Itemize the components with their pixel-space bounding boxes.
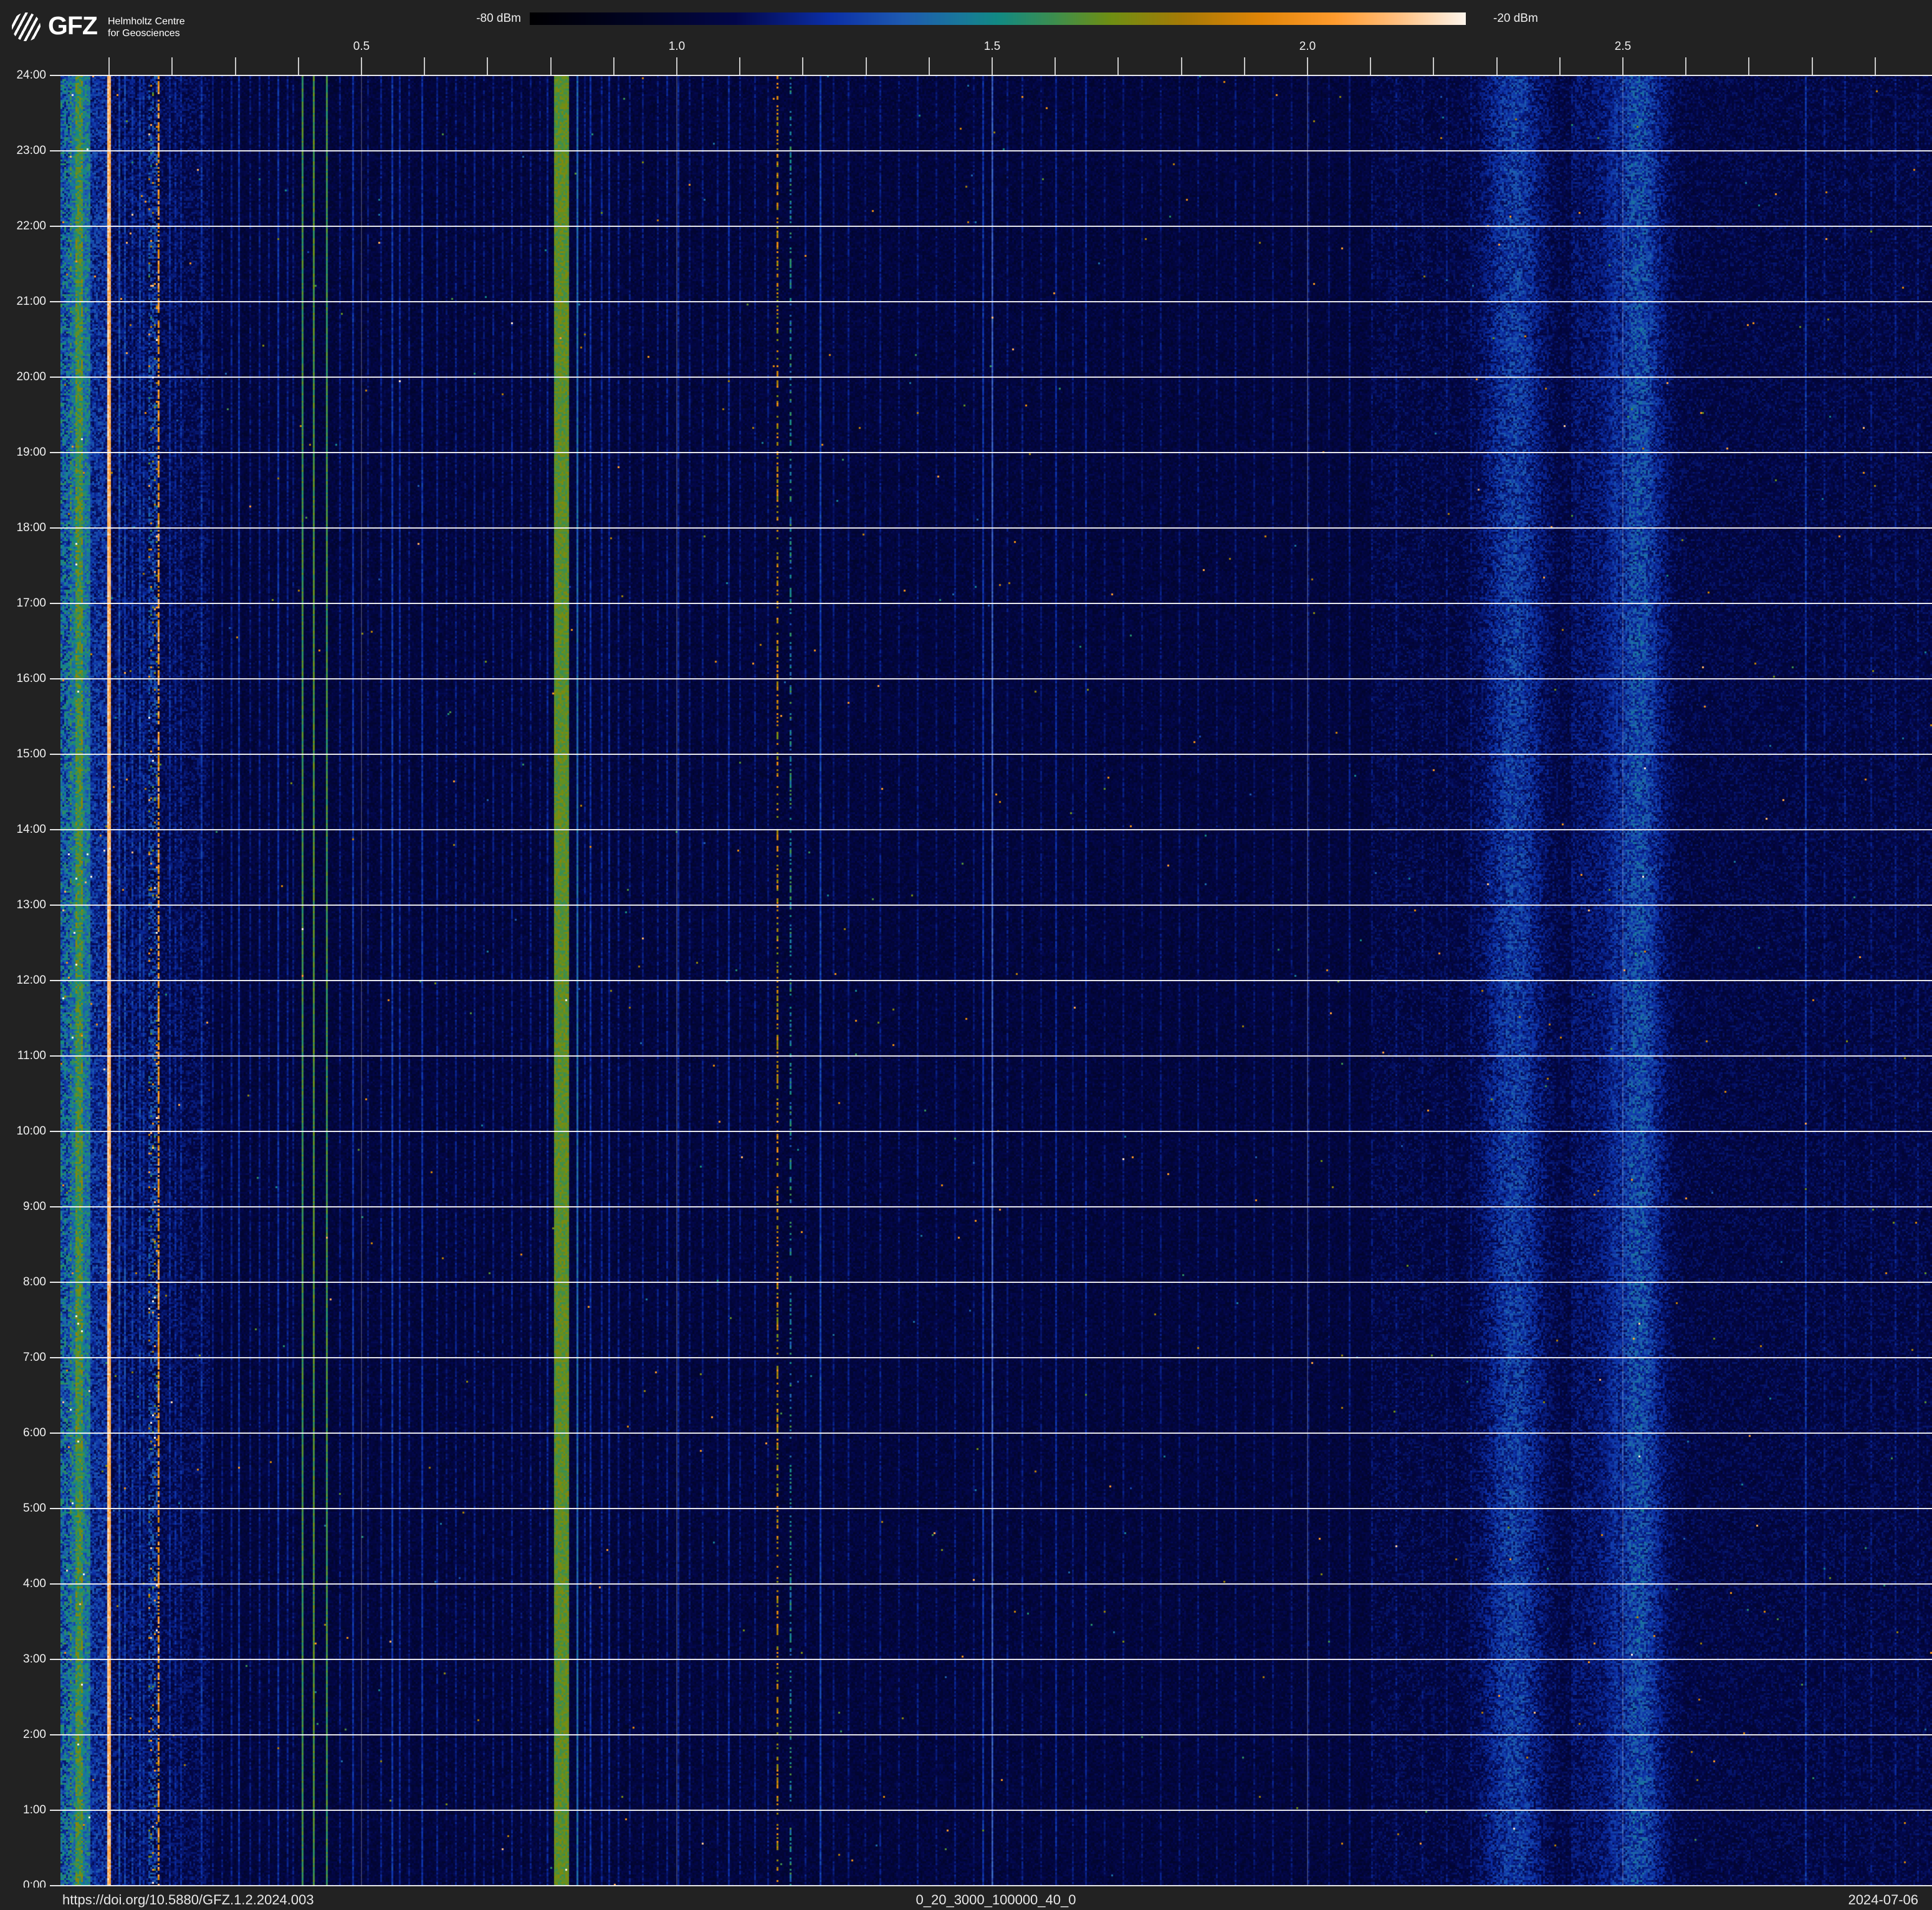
time-label: 8:00 — [0, 1276, 46, 1289]
colorbar — [530, 12, 1466, 25]
hour-gridline — [50, 905, 1932, 906]
hour-gridline — [50, 829, 1932, 830]
hour-gridline — [50, 1055, 1932, 1057]
hour-gridline — [50, 1432, 1932, 1434]
x-tick — [1559, 57, 1561, 75]
x-tick — [929, 57, 930, 75]
footer-bar: https://doi.org/10.5880/GFZ.1.2.2024.003… — [0, 1888, 1932, 1910]
doi-link[interactable]: https://doi.org/10.5880/GFZ.1.2.2024.003 — [62, 1892, 314, 1908]
gfz-logo-acronym: GFZ — [48, 11, 97, 41]
x-tick — [550, 57, 552, 75]
time-label: 13:00 — [0, 899, 46, 911]
time-label: 11:00 — [0, 1050, 46, 1062]
gfz-logo-orgname: Helmholtz Centre for Geosciences — [108, 16, 185, 39]
hour-gridline — [50, 1131, 1932, 1132]
hour-gridline — [50, 603, 1932, 604]
time-label: 23:00 — [0, 145, 46, 157]
time-label: 2:00 — [0, 1729, 46, 1741]
hour-gridline — [50, 1810, 1932, 1811]
time-label: 19:00 — [0, 446, 46, 459]
time-label: 17:00 — [0, 597, 46, 610]
time-label: 6:00 — [0, 1427, 46, 1439]
time-label: 14:00 — [0, 823, 46, 836]
hour-gridline — [50, 1885, 1932, 1886]
x-tick — [1054, 57, 1056, 75]
dataset-id: 0_20_3000_100000_40_0 — [916, 1892, 1076, 1908]
time-label: 21:00 — [0, 295, 46, 308]
x-tick — [298, 57, 299, 75]
hour-gridline — [50, 377, 1932, 378]
x-tick — [1875, 57, 1876, 75]
x-tick-label: 0.5 — [337, 40, 386, 54]
time-label: 20:00 — [0, 371, 46, 383]
x-tick — [802, 57, 803, 75]
hour-gridline — [50, 1659, 1932, 1660]
time-label: 4:00 — [0, 1578, 46, 1590]
x-tick — [739, 57, 740, 75]
time-label: 16:00 — [0, 673, 46, 685]
hour-gridline — [50, 1734, 1932, 1735]
x-tick — [1244, 57, 1245, 75]
x-tick — [1812, 57, 1813, 75]
x-tick — [108, 57, 110, 75]
time-label: 22:00 — [0, 220, 46, 233]
hour-gridline — [50, 754, 1932, 755]
x-tick — [1496, 57, 1498, 75]
x-tick — [613, 57, 615, 75]
hour-gridline — [50, 1583, 1932, 1585]
x-tick — [866, 57, 867, 75]
hour-gridline — [50, 150, 1932, 151]
hour-gridline — [50, 1206, 1932, 1207]
hour-gridline — [50, 527, 1932, 529]
gfz-org-line1: Helmholtz Centre — [108, 16, 185, 27]
time-label: 1:00 — [0, 1804, 46, 1816]
hour-gridline — [50, 1282, 1932, 1283]
x-tick — [1307, 57, 1308, 75]
time-label: 12:00 — [0, 974, 46, 987]
x-tick — [1748, 57, 1749, 75]
x-tick — [1181, 57, 1182, 75]
plot-date: 2024-07-06 — [1848, 1892, 1918, 1908]
hour-gridline — [50, 1357, 1932, 1358]
hour-gridline — [50, 301, 1932, 302]
time-label: 24:00 — [0, 69, 46, 82]
gfz-org-line2: for Geosciences — [108, 27, 185, 39]
spectrogram-page: GFZ Helmholtz Centre for Geosciences -80… — [0, 0, 1932, 1910]
x-tick — [676, 57, 677, 75]
x-tick — [235, 57, 236, 75]
x-tick — [487, 57, 488, 75]
hour-gridline — [50, 452, 1932, 453]
colorbar-min-label: -80 dBm — [411, 11, 521, 26]
time-label: 18:00 — [0, 522, 46, 534]
time-label: 9:00 — [0, 1201, 46, 1213]
x-tick — [1117, 57, 1119, 75]
x-tick — [1622, 57, 1624, 75]
hour-gridline — [50, 1508, 1932, 1509]
x-tick-label: 1.5 — [967, 40, 1017, 54]
x-tick — [1433, 57, 1434, 75]
hour-gridline — [50, 980, 1932, 981]
time-label: 3:00 — [0, 1653, 46, 1666]
hour-gridline — [50, 75, 1932, 76]
time-label: 10:00 — [0, 1125, 46, 1138]
x-tick — [1370, 57, 1371, 75]
x-tick — [1685, 57, 1686, 75]
time-label: 5:00 — [0, 1502, 46, 1515]
x-tick-label: 1.0 — [652, 40, 702, 54]
x-tick — [361, 57, 362, 75]
hour-gridline — [50, 226, 1932, 227]
gfz-globe-icon — [12, 12, 41, 41]
x-tick-label: 2.5 — [1598, 40, 1648, 54]
hour-gridline — [50, 678, 1932, 679]
x-tick-label: 2.0 — [1283, 40, 1332, 54]
x-tick — [992, 57, 993, 75]
x-tick — [424, 57, 425, 75]
colorbar-max-label: -20 dBm — [1493, 11, 1538, 26]
x-tick — [171, 57, 173, 75]
time-label: 7:00 — [0, 1351, 46, 1364]
time-label: 15:00 — [0, 748, 46, 761]
